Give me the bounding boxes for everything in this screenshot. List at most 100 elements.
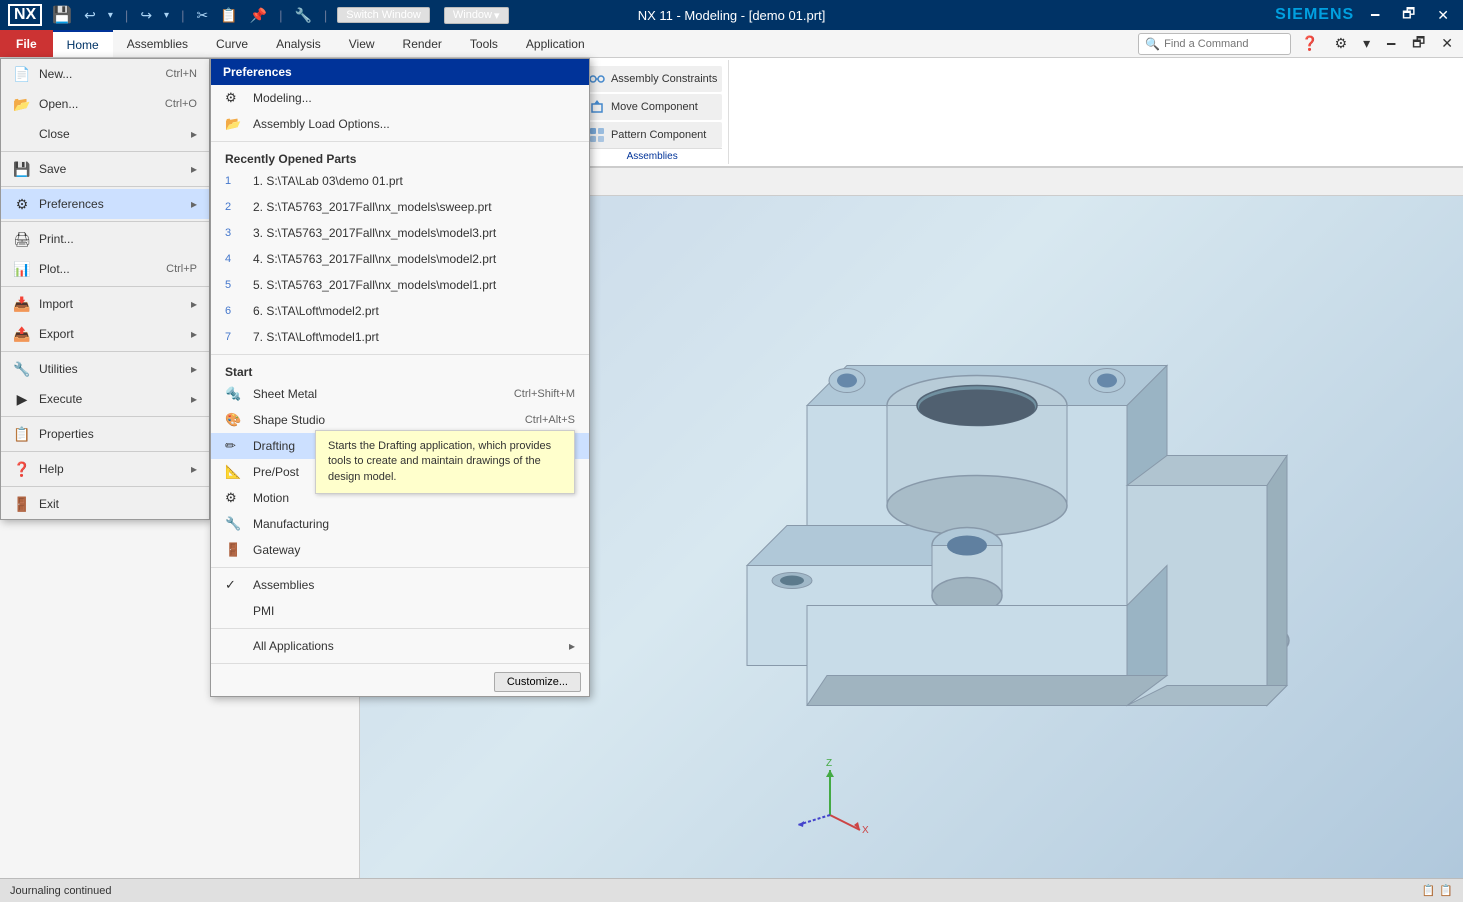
undo-icon[interactable]: ↩	[80, 5, 100, 26]
redo-dropdown[interactable]: ▾	[160, 8, 173, 23]
file-menu: 📄 New... Ctrl+N 📂 Open... Ctrl+O Close ▸…	[0, 58, 210, 520]
ribbon-settings-icon[interactable]: ⚙	[1329, 33, 1354, 54]
file-menu-close[interactable]: Close ▸	[1, 119, 209, 149]
file-menu-plot[interactable]: 📊 Plot... Ctrl+P	[1, 254, 209, 284]
recent-file-5[interactable]: 5 5. S:\TA5763_2017Fall\nx_models\model1…	[211, 272, 589, 298]
status-icon-2[interactable]: 📋	[1439, 884, 1453, 897]
recent-file-1-label: 1. S:\TA\Lab 03\demo 01.prt	[253, 174, 403, 188]
app-minimize-btn[interactable]: 🗕	[1380, 30, 1402, 58]
start-sheet-metal[interactable]: 🔩 Sheet Metal Ctrl+Shift+M	[211, 381, 589, 407]
save-icon[interactable]: 💾	[48, 3, 76, 27]
status-icon-1[interactable]: 📋	[1422, 884, 1436, 897]
assembly-constraints-label: Assembly Constraints	[611, 73, 717, 85]
find-command-input[interactable]	[1164, 38, 1284, 50]
start-manufacturing[interactable]: 🔧 Manufacturing	[211, 511, 589, 537]
minimize-button[interactable]: 🗕	[1364, 1, 1386, 29]
recent-file-7[interactable]: 7 7. S:\TA\Loft\model1.prt	[211, 324, 589, 350]
pattern-component-label: Pattern Component	[611, 129, 706, 141]
menu-analysis[interactable]: Analysis	[262, 30, 335, 57]
exit-label: Exit	[39, 497, 59, 511]
file-menu-utilities[interactable]: 🔧 Utilities ▸	[1, 354, 209, 384]
menu-assemblies[interactable]: Assemblies	[113, 30, 202, 57]
all-applications[interactable]: All Applications ▸	[211, 633, 589, 659]
cut-icon[interactable]: ✂	[192, 5, 212, 26]
window-button[interactable]: Window ▾	[444, 7, 509, 24]
execute-icon: ▶	[13, 390, 31, 408]
menu-curve[interactable]: Curve	[202, 30, 262, 57]
find-command-box[interactable]: 🔍	[1138, 33, 1291, 55]
close-window-button[interactable]: ✕	[1431, 5, 1455, 26]
assembly-constraints-button[interactable]: Assembly Constraints	[582, 66, 722, 92]
assemblies-check-item[interactable]: ✓ Assemblies	[211, 572, 589, 598]
switch-window-button[interactable]: Switch Window	[337, 7, 430, 23]
modeling-icon: ⚙	[225, 90, 245, 106]
gateway-icon: 🚪	[225, 542, 245, 558]
file-menu-export[interactable]: 📤 Export ▸	[1, 319, 209, 349]
menu-home[interactable]: Home	[53, 30, 113, 57]
copy-icon[interactable]: 📋	[216, 5, 241, 26]
recent-file-1[interactable]: 1 1. S:\TA\Lab 03\demo 01.prt	[211, 168, 589, 194]
ribbon-minimize-btn[interactable]: ▾	[1357, 33, 1376, 54]
app-close-btn[interactable]: ✕	[1435, 33, 1459, 54]
open-shortcut: Ctrl+O	[165, 98, 197, 110]
file-icon-6: 6	[225, 303, 245, 319]
drafting-icon: ✏	[225, 438, 245, 454]
recent-file-2[interactable]: 2 2. S:\TA5763_2017Fall\nx_models\sweep.…	[211, 194, 589, 220]
file-menu-exit[interactable]: 🚪 Exit	[1, 489, 209, 519]
shape-studio-label: Shape Studio	[253, 413, 325, 427]
pmi-label: PMI	[253, 604, 274, 618]
menu-tools[interactable]: Tools	[456, 30, 512, 57]
assembly-load-icon: 📂	[225, 116, 245, 132]
svg-text:X: X	[862, 825, 869, 835]
start-gateway[interactable]: 🚪 Gateway	[211, 537, 589, 563]
gateway-label: Gateway	[253, 543, 300, 557]
statusbar-icons: 📋 📋	[1422, 884, 1453, 897]
customize-button[interactable]: Customize...	[494, 672, 581, 692]
prefs-modeling[interactable]: ⚙ Modeling...	[211, 85, 589, 111]
redo-icon[interactable]: ↪	[136, 5, 156, 26]
pmi-item[interactable]: PMI	[211, 598, 589, 624]
shape-studio-shortcut: Ctrl+Alt+S	[525, 414, 575, 426]
file-icon-4: 4	[225, 251, 245, 267]
app-restore-btn[interactable]: 🗗	[1406, 30, 1431, 58]
file-menu-save[interactable]: 💾 Save ▸	[1, 154, 209, 184]
assemblies-check-label: Assemblies	[253, 578, 314, 592]
prefs-sep-5	[211, 663, 589, 664]
prefs-header: Preferences	[211, 59, 589, 85]
svg-text:Z: Z	[826, 758, 832, 769]
statusbar: Journaling continued 📋 📋	[0, 878, 1463, 902]
paste-icon[interactable]: 📌	[246, 5, 271, 26]
file-menu-help[interactable]: ❓ Help ▸	[1, 454, 209, 484]
export-arrow: ▸	[191, 327, 197, 341]
menu-render[interactable]: Render	[389, 30, 456, 57]
file-menu-new[interactable]: 📄 New... Ctrl+N	[1, 59, 209, 89]
file-menu-import[interactable]: 📥 Import ▸	[1, 289, 209, 319]
restore-button[interactable]: 🗗	[1396, 1, 1421, 29]
menu-view[interactable]: View	[335, 30, 389, 57]
separator-1	[1, 151, 209, 152]
file-menu-open[interactable]: 📂 Open... Ctrl+O	[1, 89, 209, 119]
undo-dropdown[interactable]: ▾	[104, 8, 117, 23]
recent-file-7-label: 7. S:\TA\Loft\model1.prt	[253, 330, 379, 344]
pattern-component-button[interactable]: Pattern Component	[582, 122, 722, 148]
prefs-assembly-load[interactable]: 📂 Assembly Load Options...	[211, 111, 589, 137]
file-menu-print[interactable]: 🖨 Print...	[1, 224, 209, 254]
menu-file[interactable]: File	[0, 30, 53, 57]
new-label: New...	[39, 67, 72, 81]
menu-application[interactable]: Application	[512, 30, 599, 57]
pmi-icon	[225, 603, 245, 619]
print-icon: 🖨	[13, 230, 31, 248]
ribbon-help-icon[interactable]: ❓	[1295, 33, 1324, 54]
recent-file-3[interactable]: 3 3. S:\TA5763_2017Fall\nx_models\model3…	[211, 220, 589, 246]
file-menu-properties[interactable]: 📋 Properties	[1, 419, 209, 449]
recent-file-4[interactable]: 4 4. S:\TA5763_2017Fall\nx_models\model2…	[211, 246, 589, 272]
file-menu-preferences[interactable]: ⚙ Preferences ▸	[1, 189, 209, 219]
move-component-button[interactable]: Move Component	[582, 94, 722, 120]
misc-icon[interactable]: 🔧	[290, 5, 315, 26]
manufacturing-icon: 🔧	[225, 516, 245, 532]
utilities-icon: 🔧	[13, 360, 31, 378]
close-label: Close	[39, 127, 70, 141]
file-menu-execute[interactable]: ▶ Execute ▸	[1, 384, 209, 414]
close-arrow: ▸	[191, 127, 197, 141]
recent-file-6[interactable]: 6 6. S:\TA\Loft\model2.prt	[211, 298, 589, 324]
